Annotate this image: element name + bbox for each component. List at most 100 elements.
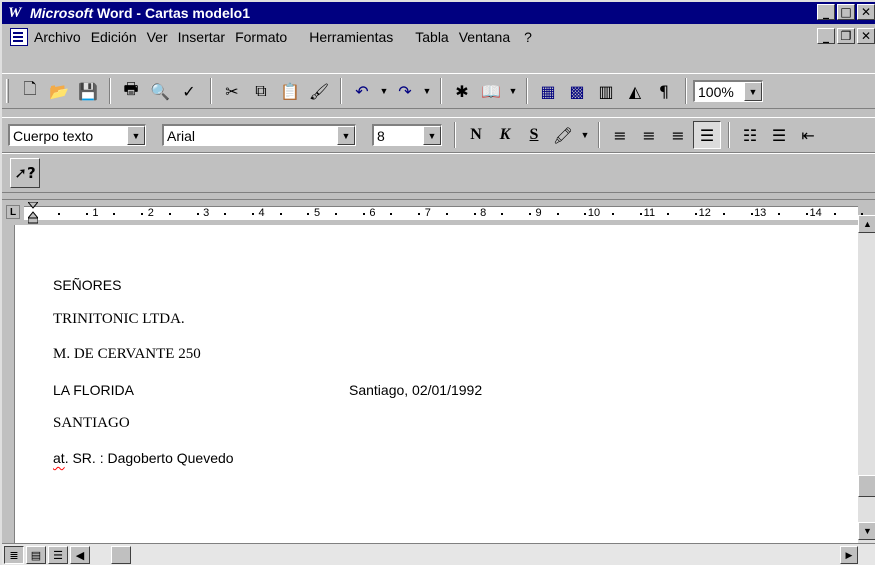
doc-minimize-button[interactable]: _ — [817, 28, 835, 44]
ruler-number: 6 — [369, 207, 376, 219]
highlight-icon[interactable]: 🖍 — [549, 121, 577, 149]
menu-edicion[interactable]: Edición — [91, 29, 137, 45]
drawing-icon[interactable]: ◭ — [621, 77, 649, 105]
align-left-icon[interactable]: ≡ — [606, 121, 634, 149]
toolbar-separator — [109, 78, 111, 104]
normal-view-icon[interactable]: ≣ — [4, 546, 24, 564]
format-painter-icon[interactable]: 🖌 — [305, 77, 333, 105]
print-icon[interactable]: 🖶 — [117, 77, 145, 105]
ruler-number: 5 — [313, 207, 321, 219]
insert-table-icon[interactable]: ▦ — [534, 77, 562, 105]
ruler-tick — [695, 213, 698, 215]
scroll-left-icon[interactable]: ◀ — [70, 546, 90, 564]
insert-spreadsheet-icon[interactable]: ▩ — [563, 77, 591, 105]
help-pointer-button[interactable]: ➚? — [10, 158, 40, 188]
tab-stop-selector[interactable]: L — [6, 205, 20, 219]
chevron-down-icon[interactable]: ▼ — [423, 126, 441, 145]
style-value: Cuerpo texto — [13, 127, 94, 144]
undo-icon[interactable]: ↶ — [348, 77, 376, 105]
page-layout-view-icon[interactable]: ▤ — [26, 546, 46, 564]
minimize-button[interactable]: _ — [817, 4, 835, 20]
save-icon[interactable]: 💾 — [74, 77, 102, 105]
numbered-list-icon[interactable]: ☷ — [736, 121, 764, 149]
horizontal-scroll-thumb[interactable] — [111, 546, 131, 564]
toolbar-separator — [728, 122, 730, 148]
menu-help[interactable]: ? — [524, 29, 532, 45]
align-center-icon[interactable]: ≡ — [635, 121, 663, 149]
bold-button[interactable]: N — [462, 121, 490, 149]
bullet-list-icon[interactable]: ☰ — [765, 121, 793, 149]
chevron-down-icon[interactable]: ▼ — [744, 82, 762, 101]
autotext-icon[interactable]: ✱ — [448, 77, 476, 105]
document-control-icon[interactable] — [10, 28, 28, 46]
redo-dropdown-icon[interactable]: ▼ — [420, 77, 434, 105]
cut-icon[interactable]: ✂ — [218, 77, 246, 105]
ruler-tick — [418, 213, 421, 215]
menu-ver[interactable]: Ver — [147, 29, 168, 45]
ruler-tick — [251, 213, 254, 215]
doc-close-button[interactable]: ✕ — [857, 28, 875, 44]
toolbar-separator — [598, 122, 600, 148]
align-right-icon[interactable]: ≡ — [664, 121, 692, 149]
decrease-indent-icon[interactable]: ⇤ — [794, 121, 822, 149]
vertical-scrollbar[interactable]: ▲ ▼ — [858, 215, 875, 544]
italic-button[interactable]: K — [491, 121, 519, 149]
address-dropdown-icon[interactable]: ▼ — [506, 77, 520, 105]
open-folder-icon[interactable]: 📂 — [45, 77, 73, 105]
justify-icon[interactable]: ☰ — [693, 121, 721, 149]
show-formatting-icon[interactable]: ¶ — [650, 77, 678, 105]
font-size-select[interactable]: 8 ▼ — [372, 124, 442, 146]
style-select[interactable]: Cuerpo texto ▼ — [8, 124, 146, 146]
menu-tabla[interactable]: Tabla — [415, 29, 448, 45]
maximize-button[interactable]: □ — [837, 4, 855, 20]
undo-dropdown-icon[interactable]: ▼ — [377, 77, 391, 105]
ruler[interactable]: L 1 2 3 4 5 6 7 8 9 10 11 12 13 14 — [2, 199, 875, 225]
columns-icon[interactable]: ▥ — [592, 77, 620, 105]
scroll-down-icon[interactable]: ▼ — [858, 522, 875, 540]
ruler-number: 11 — [643, 207, 656, 219]
redo-icon[interactable]: ↷ — [391, 77, 419, 105]
font-select[interactable]: Arial ▼ — [162, 124, 356, 146]
paste-icon[interactable]: 📋 — [276, 77, 304, 105]
ruler-tick — [639, 213, 642, 215]
date-line: Santiago, 02/01/1992 — [349, 382, 483, 398]
zoom-select[interactable]: 100% ▼ — [693, 80, 763, 102]
spelling-icon[interactable]: ✓ — [175, 77, 203, 105]
toolbar-grip[interactable] — [6, 79, 9, 103]
insert-address-icon[interactable]: 📖 — [477, 77, 505, 105]
indent-marker-icon[interactable] — [28, 202, 38, 224]
menu-formato[interactable]: Formato — [235, 29, 287, 45]
menu-archivo[interactable]: Archivo — [34, 29, 81, 45]
title-bar[interactable]: W Microsoft Word - Cartas modelo1 _ □ ✕ — [2, 2, 875, 24]
menu-ventana[interactable]: Ventana — [459, 29, 510, 45]
help-toolbar: ➚? — [2, 153, 875, 193]
underline-button[interactable]: S — [520, 121, 548, 149]
chevron-down-icon[interactable]: ▼ — [127, 126, 145, 145]
doc-restore-button[interactable]: ❐ — [837, 28, 855, 44]
document-window-controls: _ ❐ ✕ — [817, 28, 875, 44]
toolbar-separator — [526, 78, 528, 104]
ruler-number: 14 — [809, 207, 822, 219]
vertical-scroll-thumb[interactable] — [858, 475, 875, 497]
horizontal-scrollbar[interactable]: ≣ ▤ ☰ ◀ ▶ — [2, 543, 875, 565]
ruler-tick — [612, 213, 614, 215]
city-line: SANTIAGO — [53, 415, 130, 431]
print-preview-icon[interactable]: 🔍 — [146, 77, 174, 105]
font-value: Arial — [167, 127, 196, 144]
new-document-icon[interactable]: 🗋 — [16, 77, 44, 105]
menu-herramientas[interactable]: Herramientas — [309, 29, 393, 45]
scroll-right-icon[interactable]: ▶ — [840, 546, 858, 564]
attention-text: . SR. : Dagoberto Quevedo — [64, 450, 234, 466]
menu-insertar[interactable]: Insertar — [178, 29, 225, 45]
close-button[interactable]: ✕ — [857, 4, 875, 20]
ruler-number: 4 — [258, 207, 265, 219]
highlight-dropdown-icon[interactable]: ▼ — [578, 121, 592, 149]
chevron-down-icon[interactable]: ▼ — [337, 126, 355, 145]
outline-view-icon[interactable]: ☰ — [48, 546, 68, 564]
ruler-tick — [224, 213, 227, 215]
document-area[interactable]: SEÑORES TRINITONIC LTDA. M. DE CERVANTE … — [14, 225, 858, 543]
ruler-tick — [445, 213, 448, 215]
ruler-scale[interactable]: 1 2 3 4 5 6 7 8 9 10 11 12 13 14 — [24, 206, 864, 220]
scroll-up-icon[interactable]: ▲ — [858, 215, 875, 233]
copy-icon[interactable]: ⧉ — [247, 77, 275, 105]
